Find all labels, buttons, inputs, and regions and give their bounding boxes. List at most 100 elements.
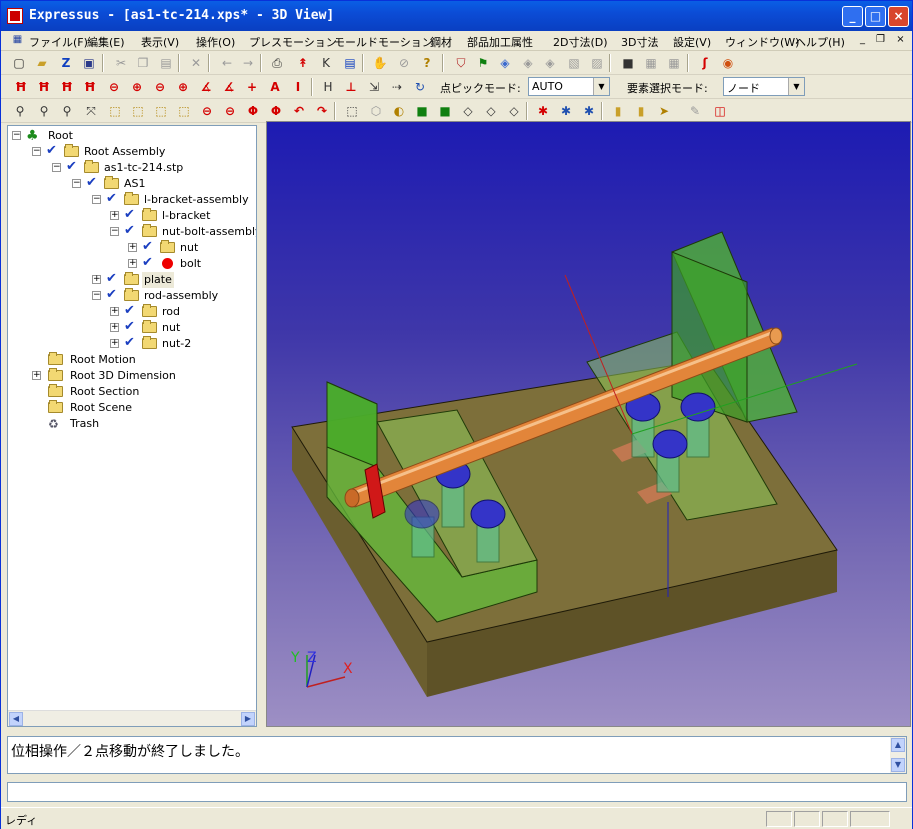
expand-icon[interactable]: + [128,259,137,268]
minimize-button[interactable]: _ [842,6,863,27]
chevron-down-icon[interactable]: ▼ [788,78,804,95]
explode-icon[interactable]: ✱ [535,103,551,119]
collapse-icon[interactable]: − [72,179,81,188]
menu-window[interactable]: ウィンドウ(W) [725,34,799,50]
cylinder-icon[interactable]: ▮ [610,103,626,119]
image4-icon[interactable]: ▦ [666,55,682,71]
collapse-icon[interactable]: − [32,147,41,156]
output-scrollbar[interactable]: ▲ ▼ [890,737,906,773]
explode2-icon[interactable]: ✱ [558,103,574,119]
check-icon[interactable]: ✔ [66,160,80,174]
panel-splitter[interactable] [258,125,266,727]
check-icon[interactable]: ✔ [86,176,100,190]
check-icon[interactable]: ✔ [142,240,156,254]
explode3-icon[interactable]: ✱ [581,103,597,119]
tree-horizontal-scrollbar[interactable]: ◀ ▶ [8,710,256,726]
check-icon[interactable]: ✔ [106,272,120,286]
redo-icon[interactable]: → [240,55,256,71]
circle-radius-icon[interactable]: ⊕ [175,79,191,95]
menu-mold-motion[interactable]: モールドモーション [334,34,433,50]
menu-help[interactable]: ヘルプ(H) [795,34,845,50]
pick-mode-select[interactable]: AUTO ▼ [528,77,610,96]
new-icon[interactable]: ▢ [11,55,27,71]
cut-icon[interactable]: ✂ [113,55,129,71]
properties-icon[interactable]: ▤ [342,55,358,71]
dimension-hx-icon[interactable]: Ħ [36,79,52,95]
refresh-icon[interactable]: ↻ [412,79,428,95]
vertical-dimension-icon[interactable]: ⊥ [343,79,359,95]
image-icon[interactable]: ▧ [566,55,582,71]
pointer-icon[interactable]: ↟ [295,55,311,71]
scroll-up-icon[interactable]: ▲ [891,738,905,752]
hand-icon[interactable]: ✋ [372,55,388,71]
check-icon[interactable]: ✔ [124,320,138,334]
check-icon[interactable]: ✔ [124,208,138,222]
output-pane[interactable]: 位相操作／２点移動が終了しました。 ▲ ▼ [7,736,907,774]
menu-press-motion[interactable]: プレスモーション [249,34,337,50]
open-icon[interactable]: ▰ [34,55,50,71]
shade-icon[interactable]: ◐ [391,103,407,119]
expand-icon[interactable]: + [128,243,137,252]
print-icon[interactable]: ⎙ [269,55,285,71]
flag-icon[interactable]: ⚑ [475,55,491,71]
scroll-down-icon[interactable]: ▼ [891,758,905,772]
save-icon[interactable]: ▣ [81,55,97,71]
scroll-right-icon[interactable]: ▶ [241,712,255,726]
shield-icon[interactable]: ⛉ [453,55,469,71]
help-icon[interactable]: ? [419,55,435,71]
rotate-x-icon[interactable]: ⊖ [199,103,215,119]
collapse-icon[interactable]: − [110,227,119,236]
cube-icon[interactable]: ◈ [497,55,513,71]
rotate-z-icon[interactable]: Φ [245,103,261,119]
collapse-icon[interactable]: − [92,195,101,204]
maximize-button[interactable]: □ [865,6,886,27]
expand-icon[interactable]: + [32,371,41,380]
dimension-h-icon[interactable]: Ħ [13,79,29,95]
fit-icon[interactable]: ⤧ [83,103,99,119]
undo-icon[interactable]: ← [219,55,235,71]
menu-part-machining[interactable]: 部品加工属性 [467,34,533,50]
check-icon[interactable]: ✔ [142,256,156,270]
view-right-icon[interactable]: ⬚ [176,103,192,119]
snap-icon[interactable]: ⇲ [366,79,382,95]
panel-icon[interactable]: ◫ [712,103,728,119]
zoom-in-icon[interactable]: ⚲ [36,103,52,119]
collapse-icon[interactable]: − [12,131,21,140]
path-icon[interactable]: ⇢ [389,79,405,95]
chevron-down-icon[interactable]: ▼ [593,78,609,95]
mdi-restore-button[interactable]: ❐ [873,33,888,47]
disabled-icon[interactable]: ⊘ [396,55,412,71]
circle-center-icon[interactable]: ⊕ [129,79,145,95]
rotate-y-icon[interactable]: ⊖ [222,103,238,119]
height-icon[interactable]: I [290,79,306,95]
camera-icon[interactable]: ■ [620,55,636,71]
wire-icon[interactable]: ⬡ [368,103,384,119]
close-button[interactable]: × [888,6,909,27]
menu-view[interactable]: 表示(V) [141,34,179,50]
zoom-icon[interactable]: ⚲ [12,103,28,119]
mdi-minimize-button[interactable]: _ [855,33,870,47]
expand-icon[interactable]: + [92,275,101,284]
doc-menu-icon[interactable]: ▦ [10,33,25,47]
rotate-z2-icon[interactable]: Φ [268,103,284,119]
cylinder2-icon[interactable]: ▮ [633,103,649,119]
title-bar[interactable]: Expressus - [as1-tc-214.xps* - 3D View] … [1,1,912,31]
check-icon[interactable]: ✔ [106,288,120,302]
view-back-icon[interactable]: ⬚ [130,103,146,119]
dimension-hz-icon[interactable]: Ħ [82,79,98,95]
collapse-icon[interactable]: − [52,163,61,172]
image2-icon[interactable]: ▨ [589,55,605,71]
menu-edit[interactable]: 編集(E) [87,34,125,50]
angle2-icon[interactable]: ∡ [221,79,237,95]
check-icon[interactable]: ✔ [124,304,138,318]
k-icon[interactable]: K [318,55,334,71]
wireframe2-icon[interactable]: ◇ [483,103,499,119]
select-box-icon[interactable]: ⬚ [344,103,360,119]
h-dimension-icon[interactable]: H [320,79,336,95]
expand-icon[interactable]: + [110,323,119,332]
app-logo-icon[interactable] [7,8,23,24]
mdi-close-button[interactable]: × [893,33,908,47]
check-icon[interactable]: ✔ [46,144,60,158]
dimension-hy-icon[interactable]: Ħ [59,79,75,95]
solid-icon[interactable]: ■ [414,103,430,119]
